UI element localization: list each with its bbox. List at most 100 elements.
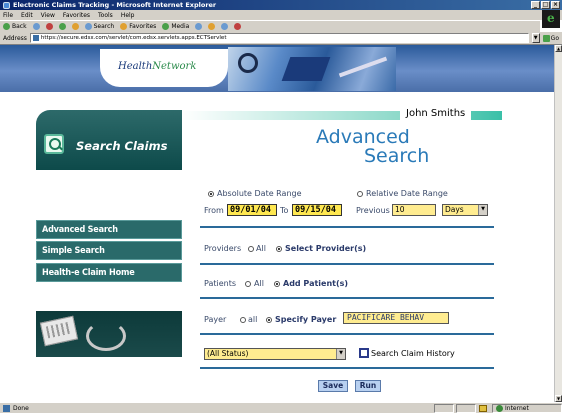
logo-network: Network — [152, 61, 197, 72]
menu-edit[interactable]: Edit — [21, 12, 33, 19]
stethoscope-graphic — [238, 53, 258, 73]
vertical-scrollbar[interactable]: ▲ ▼ — [554, 45, 562, 402]
user-name: John Smiths — [400, 107, 472, 120]
page-icon — [32, 35, 39, 41]
chevron-down-icon: ▼ — [336, 349, 345, 359]
search-toolbar-label: Search — [93, 23, 115, 30]
period-unit-value: Days — [445, 205, 464, 214]
add-patients-link[interactable]: Add Patient(s) — [283, 279, 348, 288]
window-titlebar: Electronic Claims Tracking - Microsoft I… — [0, 0, 562, 10]
history-icon — [195, 23, 203, 30]
status-bar: Done Internet — [0, 402, 562, 413]
print-icon — [221, 23, 229, 30]
absolute-date-radio[interactable] — [208, 191, 214, 197]
stop-button[interactable] — [45, 23, 53, 30]
run-button[interactable]: Run — [355, 380, 381, 392]
save-button[interactable]: Save — [318, 380, 348, 392]
forward-arrow-icon — [32, 23, 40, 30]
relative-date-radio[interactable] — [357, 191, 363, 197]
address-label: Address — [3, 34, 27, 42]
zone-label: Internet — [505, 404, 529, 412]
edit-button[interactable] — [234, 23, 242, 30]
refresh-button[interactable] — [58, 23, 66, 30]
scroll-down-button[interactable]: ▼ — [555, 395, 562, 402]
mail-icon — [208, 23, 216, 30]
period-unit-select[interactable]: Days ▼ — [442, 204, 488, 216]
to-date-input[interactable]: 09/15/04 — [292, 204, 342, 216]
globe-icon — [496, 404, 503, 412]
menu-favorites[interactable]: Favorites — [63, 12, 90, 19]
patients-all-radio[interactable] — [245, 281, 251, 287]
print-button[interactable] — [221, 23, 229, 30]
stethoscope-tube-graphic — [86, 321, 126, 351]
lock-icon — [479, 404, 487, 412]
divider — [200, 367, 494, 369]
search-history-checkbox[interactable] — [359, 348, 369, 358]
forward-button[interactable] — [32, 23, 40, 30]
chevron-down-icon: ▼ — [478, 205, 487, 215]
menu-tools[interactable]: Tools — [98, 12, 113, 19]
claim-status-select[interactable]: (All Status) ▼ — [204, 348, 346, 360]
previous-count-input[interactable]: 10 — [392, 204, 436, 216]
patients-all-label: All — [254, 279, 264, 288]
monitor-device-graphic — [39, 315, 79, 347]
history-button[interactable] — [195, 23, 203, 30]
media-button[interactable]: Media — [162, 23, 189, 30]
divider — [200, 297, 494, 299]
payer-all-label: all — [248, 315, 258, 324]
go-button[interactable]: Go — [542, 34, 559, 42]
patients-label: Patients — [204, 279, 237, 288]
divider — [200, 226, 494, 228]
status-text: Done — [13, 404, 29, 412]
stop-icon — [45, 23, 53, 30]
go-label: Go — [550, 34, 559, 42]
payer-all-radio[interactable] — [240, 317, 246, 323]
minimize-button[interactable]: _ — [531, 1, 540, 9]
providers-select-radio[interactable] — [276, 246, 282, 252]
magnifier-icon — [44, 134, 64, 154]
patients-add-radio[interactable] — [274, 281, 280, 287]
search-toolbar-button[interactable]: Search — [84, 23, 115, 30]
home-icon — [71, 23, 79, 30]
window-title: Electronic Claims Tracking - Microsoft I… — [13, 1, 217, 9]
select-providers-link[interactable]: Select Provider(s) — [285, 244, 366, 253]
address-dropdown-button[interactable]: ▼ — [531, 33, 540, 43]
menu-bar: File Edit View Favorites Tools Help — [0, 10, 562, 20]
mail-button[interactable] — [208, 23, 216, 30]
security-zone: Internet — [492, 403, 562, 413]
maximize-button[interactable]: □ — [541, 1, 550, 9]
banner: HealthNetwork — [0, 45, 554, 92]
back-button[interactable]: Back — [3, 23, 27, 30]
payer-specify-radio[interactable] — [266, 317, 272, 323]
menu-view[interactable]: View — [41, 12, 55, 19]
close-button[interactable]: × — [551, 1, 560, 9]
providers-all-radio[interactable] — [248, 246, 254, 252]
favorites-button[interactable]: Favorites — [120, 23, 156, 30]
providers-all-label: All — [256, 244, 266, 253]
media-icon — [162, 23, 170, 30]
sidebar-item-simple-search[interactable]: Simple Search — [36, 241, 182, 260]
url-text: https://secure.edsx.com/servlet/com.edsx… — [40, 35, 227, 41]
scroll-up-button[interactable]: ▲ — [555, 45, 562, 52]
page-done-icon — [3, 404, 10, 412]
payer-label: Payer — [204, 315, 227, 324]
keyboard-graphic — [281, 57, 331, 81]
specify-payer-link[interactable]: Specify Payer — [275, 315, 336, 324]
menu-help[interactable]: Help — [121, 12, 135, 19]
url-field[interactable]: https://secure.edsx.com/servlet/com.edsx… — [29, 33, 529, 43]
claim-status-value: (All Status) — [207, 349, 249, 358]
back-label: Back — [12, 23, 27, 30]
search-toolbar-icon — [84, 23, 92, 30]
favorites-label: Favorites — [129, 23, 157, 30]
home-button[interactable] — [71, 23, 79, 30]
sidebar-item-advanced-search[interactable]: Advanced Search — [36, 220, 182, 239]
from-date-input[interactable]: 09/01/04 — [227, 204, 277, 216]
browser-toolbar: Back Search Favorites Media — [0, 20, 540, 32]
previous-label: Previous — [356, 206, 390, 215]
pen-graphic — [338, 56, 388, 78]
payer-input[interactable]: PACIFICARE BEHAV — [343, 312, 449, 324]
menu-file[interactable]: File — [3, 12, 13, 19]
sidebar-item-claim-home[interactable]: Health-e Claim Home — [36, 263, 182, 282]
banner-photo — [228, 47, 396, 91]
divider — [200, 333, 494, 335]
